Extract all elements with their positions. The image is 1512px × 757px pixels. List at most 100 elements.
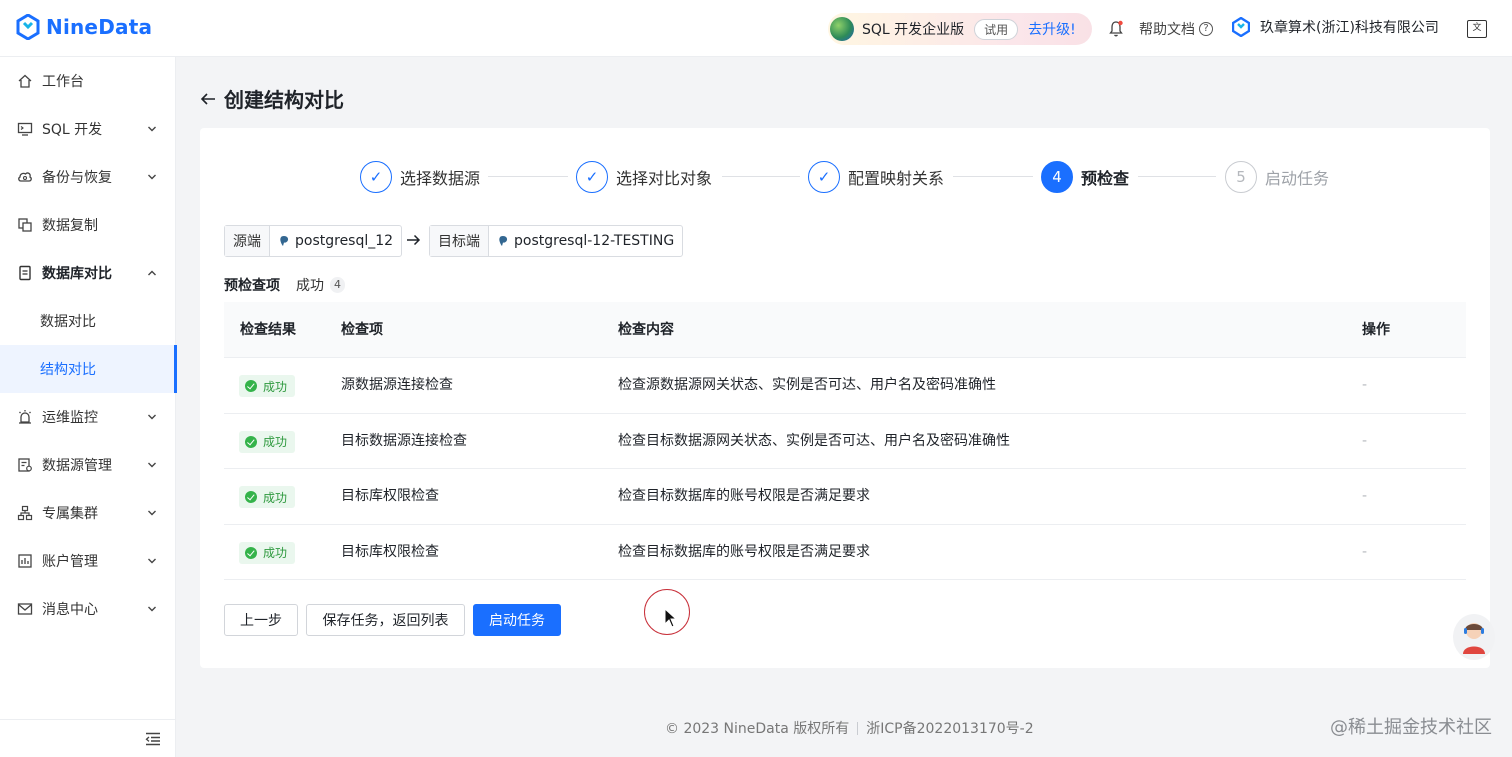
check-item: 目标数据源连接检查: [341, 432, 467, 449]
sidebar-item-monitoring[interactable]: 运维监控: [0, 393, 176, 441]
step-connector: [488, 176, 568, 177]
sidebar-item-backup[interactable]: 备份与恢复: [0, 153, 176, 201]
translate-icon[interactable]: 文: [1467, 20, 1487, 38]
check-content: 检查源数据源网关状态、实例是否可达、用户名及密码准确性: [618, 377, 996, 393]
check-content: 检查目标数据库的账号权限是否满足要求: [618, 543, 870, 560]
database-icon: [18, 458, 32, 472]
sidebar-item-sql-dev[interactable]: SQL 开发: [0, 105, 176, 153]
target-endpoint: 目标端 postgresql-12-TESTING: [429, 225, 684, 257]
chevron-down-icon: [148, 510, 156, 516]
step-connector: [722, 176, 800, 177]
sidebar-item-workbench[interactable]: 工作台: [0, 57, 176, 105]
chevron-down-icon: [148, 174, 156, 180]
icp-link[interactable]: 浙ICP备2022013170号-2: [866, 718, 1033, 738]
table-row: 成功 目标库权限检查 检查目标数据库的账号权限是否满足要求 -: [224, 469, 1466, 525]
question-icon: ?: [1199, 22, 1213, 36]
start-task-button[interactable]: 启动任务: [473, 604, 561, 636]
account-icon: [18, 554, 32, 568]
step-number: 5: [1225, 161, 1257, 193]
home-icon: [18, 74, 32, 88]
column-header: 操作: [1362, 322, 1390, 338]
customer-support-button[interactable]: [1453, 614, 1495, 660]
check-item: 目标库权限检查: [341, 543, 439, 560]
save-and-return-button[interactable]: 保存任务，返回列表: [306, 604, 465, 636]
precheck-summary: 预检查项 成功 4: [224, 275, 345, 295]
precheck-count-badge: 4: [330, 277, 345, 293]
sidebar-item-label: SQL 开发: [42, 122, 103, 138]
prev-step-button[interactable]: 上一步: [224, 604, 298, 636]
sidebar-item-datasource[interactable]: 数据源管理: [0, 441, 176, 489]
postgresql-icon: [280, 236, 289, 246]
promo-banner[interactable]: SQL 开发企业版 试用 去升级!: [828, 13, 1092, 45]
table-row: 成功 目标库权限检查 检查目标数据库的账号权限是否满足要求 -: [224, 525, 1466, 580]
mail-icon: [17, 603, 33, 615]
sidebar-item-label: 专属集群: [42, 506, 98, 522]
back-arrow-icon[interactable]: [200, 91, 216, 107]
chevron-down-icon: [148, 414, 156, 420]
step-label: 选择对比对象: [616, 169, 713, 188]
check-circle-icon: [245, 380, 257, 392]
table-header: 检查结果 检查项 检查内容 操作: [224, 302, 1466, 358]
step-label: 配置映射关系: [848, 169, 945, 188]
step-label: 选择数据源: [400, 169, 481, 188]
row-action: -: [1362, 488, 1368, 504]
check-icon: ✓: [360, 161, 392, 193]
chevron-down-icon: [148, 126, 156, 132]
org-switcher[interactable]: 玖章算术(浙江)科技有限公司: [1232, 17, 1439, 37]
check-circle-icon: [245, 491, 257, 503]
sidebar-item-label: 数据源管理: [42, 458, 112, 474]
check-item: 目标库权限检查: [341, 488, 439, 504]
chevron-down-icon: [148, 558, 156, 564]
footer-separator: [857, 721, 859, 735]
monitor-icon: [17, 122, 33, 136]
sidebar-item-messages[interactable]: 消息中心: [0, 585, 176, 633]
step-mapping: ✓ 配置映射关系: [808, 160, 944, 194]
step-label: 启动任务: [1265, 169, 1330, 188]
alarm-icon: [19, 410, 31, 424]
step-select-source: ✓ 选择数据源: [360, 160, 480, 194]
chevron-up-icon: [148, 270, 156, 276]
sidebar-item-account[interactable]: 账户管理: [0, 537, 176, 585]
status-badge: 成功: [239, 541, 296, 564]
sidebar-item-label: 工作台: [42, 74, 84, 90]
sidebar: 工作台 SQL 开发 备份与恢复 数据复制 数据库对比 数据对比 结构对比 运维…: [0, 57, 177, 757]
top-header: NineData SQL 开发企业版 试用 去升级! 帮助文档 ? 玖章算术(浙…: [0, 0, 1512, 57]
sidebar-divider: [0, 719, 176, 720]
sidebar-item-db-compare[interactable]: 数据库对比: [0, 249, 176, 297]
row-action: -: [1362, 377, 1368, 393]
status-badge: 成功: [239, 375, 296, 397]
source-name: postgresql_12: [295, 233, 394, 249]
sidebar-item-label: 结构对比: [40, 362, 96, 378]
sidebar-item-data-compare[interactable]: 数据对比: [0, 297, 176, 345]
check-icon: ✓: [808, 161, 840, 193]
support-agent-icon: [1463, 623, 1485, 654]
column-header: 检查项: [341, 322, 383, 338]
org-name: 玖章算术(浙江)科技有限公司: [1260, 20, 1439, 36]
bell-icon[interactable]: [1108, 20, 1124, 38]
collapse-menu-icon[interactable]: [145, 732, 161, 746]
logo[interactable]: NineData: [16, 14, 152, 40]
help-docs-link[interactable]: 帮助文档 ?: [1139, 19, 1213, 39]
org-logo-icon: [1232, 17, 1250, 37]
source-endpoint: 源端 postgresql_12: [224, 225, 403, 257]
status-badge: 成功: [239, 486, 296, 508]
step-label: 预检查: [1081, 169, 1130, 188]
check-circle-icon: [245, 435, 257, 448]
sidebar-item-cluster[interactable]: 专属集群: [0, 489, 176, 537]
precheck-status[interactable]: 成功: [296, 275, 324, 295]
sidebar-item-label: 备份与恢复: [42, 170, 112, 186]
sidebar-item-label: 运维监控: [42, 410, 98, 426]
compare-icon: [19, 265, 31, 281]
column-header: 检查内容: [618, 322, 674, 338]
check-circle-icon: [245, 546, 257, 559]
upgrade-link[interactable]: 去升级!: [1028, 19, 1076, 39]
sidebar-item-structure-compare[interactable]: 结构对比: [0, 345, 177, 393]
sidebar-item-label: 数据库对比: [42, 266, 112, 282]
sidebar-item-replication[interactable]: 数据复制: [0, 201, 176, 249]
step-start-task: 5 启动任务: [1225, 160, 1329, 194]
column-header: 检查结果: [240, 322, 296, 338]
table-row: 成功 源数据源连接检查 检查源数据源网关状态、实例是否可达、用户名及密码准确性 …: [224, 358, 1466, 414]
check-content: 检查目标数据库的账号权限是否满足要求: [618, 488, 870, 504]
mouse-cursor-icon: [664, 608, 678, 628]
sidebar-item-label: 数据复制: [42, 218, 98, 234]
